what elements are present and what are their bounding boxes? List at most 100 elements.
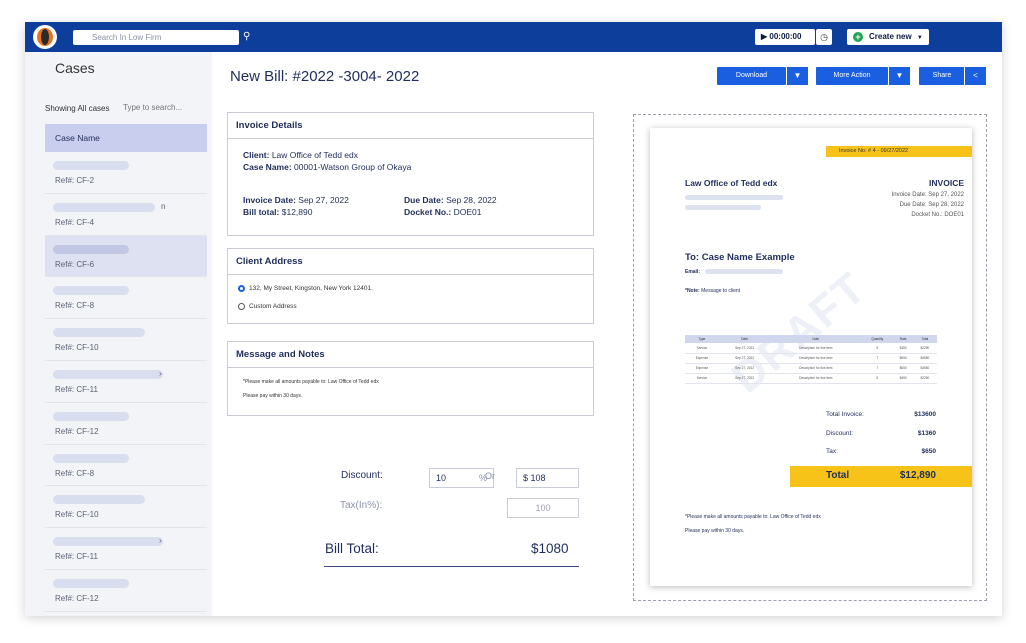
case-list: Ref#: CF-2 n Ref#: CF-4 Ref#: CF-6 Ref#:…: [45, 152, 207, 612]
search-icon[interactable]: ⚲: [243, 32, 253, 42]
download-dropdown-button[interactable]: ▼: [786, 67, 808, 85]
bill-total-value: $12,890: [281, 207, 313, 217]
due-date: Due Date: Sep 28, 2022: [899, 202, 964, 208]
case-list-item[interactable]: Ref#: CF-8: [45, 277, 207, 320]
case-name-row: Case Name: 00001-Watson Group of Okaya: [243, 162, 411, 172]
case-name-placeholder: [53, 161, 129, 170]
table-cell: $450: [893, 343, 913, 354]
footer-payable: *Please make all amounts payable to: Law…: [685, 514, 821, 520]
case-list-item[interactable]: n Ref#: CF-4: [45, 193, 207, 236]
case-list-item[interactable]: Ref#: CF-2: [45, 152, 207, 194]
case-name-placeholder: [53, 411, 129, 421]
timer-clock-button[interactable]: ◷: [816, 29, 832, 45]
message-notes-title: Message and Notes: [228, 342, 593, 368]
tax-input[interactable]: 100: [507, 498, 579, 518]
case-ref: Ref#: CF-11: [55, 552, 98, 562]
table-row: Expense Sep 27, 2022 Description for lin…: [685, 363, 937, 374]
chevron-down-icon: ▼: [793, 71, 802, 80]
case-name-placeholder: [53, 244, 129, 254]
email-placeholder: [705, 269, 783, 274]
clock-icon: ◷: [820, 32, 828, 42]
chevron-down-icon: ▼: [916, 35, 923, 41]
table-cell: Description for line item: [770, 373, 862, 384]
radio-unselected[interactable]: [238, 303, 245, 310]
note-line[interactable]: Please pay within 30 days.: [243, 393, 302, 399]
case-list-item-selected[interactable]: Ref#: CF-6: [45, 235, 207, 278]
page-title: New Bill: #2022 -3004- 2022: [230, 68, 420, 85]
docket-value: DOE01: [453, 207, 482, 217]
address-option-custom-label: Custom Address: [249, 303, 297, 311]
app-window: Search In Low Firm ⚲ ▶ 00:00:00 ◷ + Crea…: [25, 22, 1002, 616]
note-value: Message to client: [701, 288, 741, 294]
table-cell: Description for line item: [770, 343, 862, 354]
case-list-item[interactable]: Ref#: CF-8: [45, 444, 207, 487]
table-cell: Sep 27, 2022: [718, 353, 771, 364]
share-icon-button[interactable]: <: [964, 67, 986, 85]
table-cell: Expense: [685, 353, 719, 364]
showing-label: Showing All cases: [45, 104, 110, 113]
address-placeholder: [685, 205, 761, 210]
preview-discount-label: Discount:: [826, 430, 854, 437]
case-ref: Ref#: CF-10: [55, 510, 99, 520]
case-list-item[interactable]: Ref#: CF-12: [45, 402, 207, 445]
case-list-item[interactable]: Ref#: CF-10: [45, 486, 207, 529]
case-trail: ›: [159, 368, 162, 378]
total-label: Total: [826, 470, 850, 481]
total-invoice-value: $13600: [914, 411, 936, 418]
total-band: Total $12,890: [790, 466, 972, 487]
table-cell: 7: [861, 363, 894, 374]
table-cell: 7: [861, 353, 894, 364]
note-line[interactable]: *Please make all amounts payable to: Law…: [243, 379, 379, 385]
case-ref: Ref#: CF-11: [55, 384, 98, 394]
bill-total-label: Bill Total:: [325, 541, 379, 556]
client-value: Law Office of Tedd edx: [271, 150, 358, 160]
due-date-row: Due Date: Sep 28, 2022: [404, 195, 497, 205]
discount-label: Discount:: [341, 470, 383, 481]
client-address-card: Client Address 132, My Street, Kingston,…: [227, 248, 594, 324]
create-new-button[interactable]: + Create new ▼: [847, 29, 929, 45]
invoice-date-value: Sep 27, 2022: [298, 195, 349, 205]
share-icon: <: [973, 71, 978, 80]
global-search-input[interactable]: Search In Low Firm ⚲: [73, 30, 250, 45]
app-logo[interactable]: [33, 25, 57, 49]
table-cell: $650: [893, 363, 913, 374]
case-search-input[interactable]: [123, 103, 203, 112]
more-action-dropdown-button[interactable]: ▼: [888, 67, 910, 85]
sidebar-title: Cases: [55, 60, 95, 76]
case-name-value: 00001-Watson Group of Okaya: [294, 162, 412, 172]
case-list-item[interactable]: Ref#: CF-10: [45, 319, 207, 361]
timer-play-button[interactable]: ▶ 00:00:00: [755, 29, 815, 45]
case-ref: Ref#: CF-12: [55, 593, 99, 603]
col-header: Quantity: [861, 335, 894, 343]
case-name-placeholder: [53, 328, 145, 338]
table-cell: $650: [893, 353, 913, 364]
case-list-item[interactable]: Ref#: CF-12: [45, 569, 207, 612]
address-option-custom[interactable]: Custom Address: [238, 303, 297, 310]
chevron-down-icon: ▼: [895, 71, 904, 80]
case-name-placeholder: [53, 453, 129, 463]
table-cell: $4550: [912, 363, 937, 374]
more-action-button[interactable]: More Action: [816, 67, 888, 85]
tax-label: Tax(In%):: [340, 500, 383, 511]
table-cell: $2250: [912, 343, 937, 354]
share-button[interactable]: Share: [919, 67, 965, 85]
invoice-date-label: Invoice Date:: [243, 195, 296, 205]
email-label: Email:: [685, 269, 701, 275]
table-cell: Description for line item: [770, 363, 862, 374]
address-placeholder: [685, 195, 783, 200]
case-list-item[interactable]: › Ref#: CF-11: [45, 360, 207, 403]
discount-amount-input[interactable]: $ 108: [516, 468, 579, 488]
radio-selected[interactable]: [238, 285, 245, 292]
col-header: Rate: [893, 335, 913, 343]
bill-total-row: Bill total: $12,890: [243, 207, 312, 217]
table-cell: 5: [861, 343, 894, 354]
address-option-street[interactable]: 132, My Street, Kingston, New York 12401…: [238, 285, 373, 292]
case-list-item[interactable]: › Ref#: CF-11: [45, 528, 207, 570]
cases-sidebar: Cases Showing All cases Case Name Ref#: …: [25, 52, 210, 616]
table-cell: Description for line item: [770, 353, 862, 364]
table-cell: Sep 27, 2022: [718, 343, 771, 354]
discount-percent-value: 10: [436, 473, 447, 483]
total-value: $12,890: [899, 470, 936, 481]
download-button[interactable]: Download: [717, 67, 786, 85]
case-ref: Ref#: CF-12: [55, 426, 99, 436]
